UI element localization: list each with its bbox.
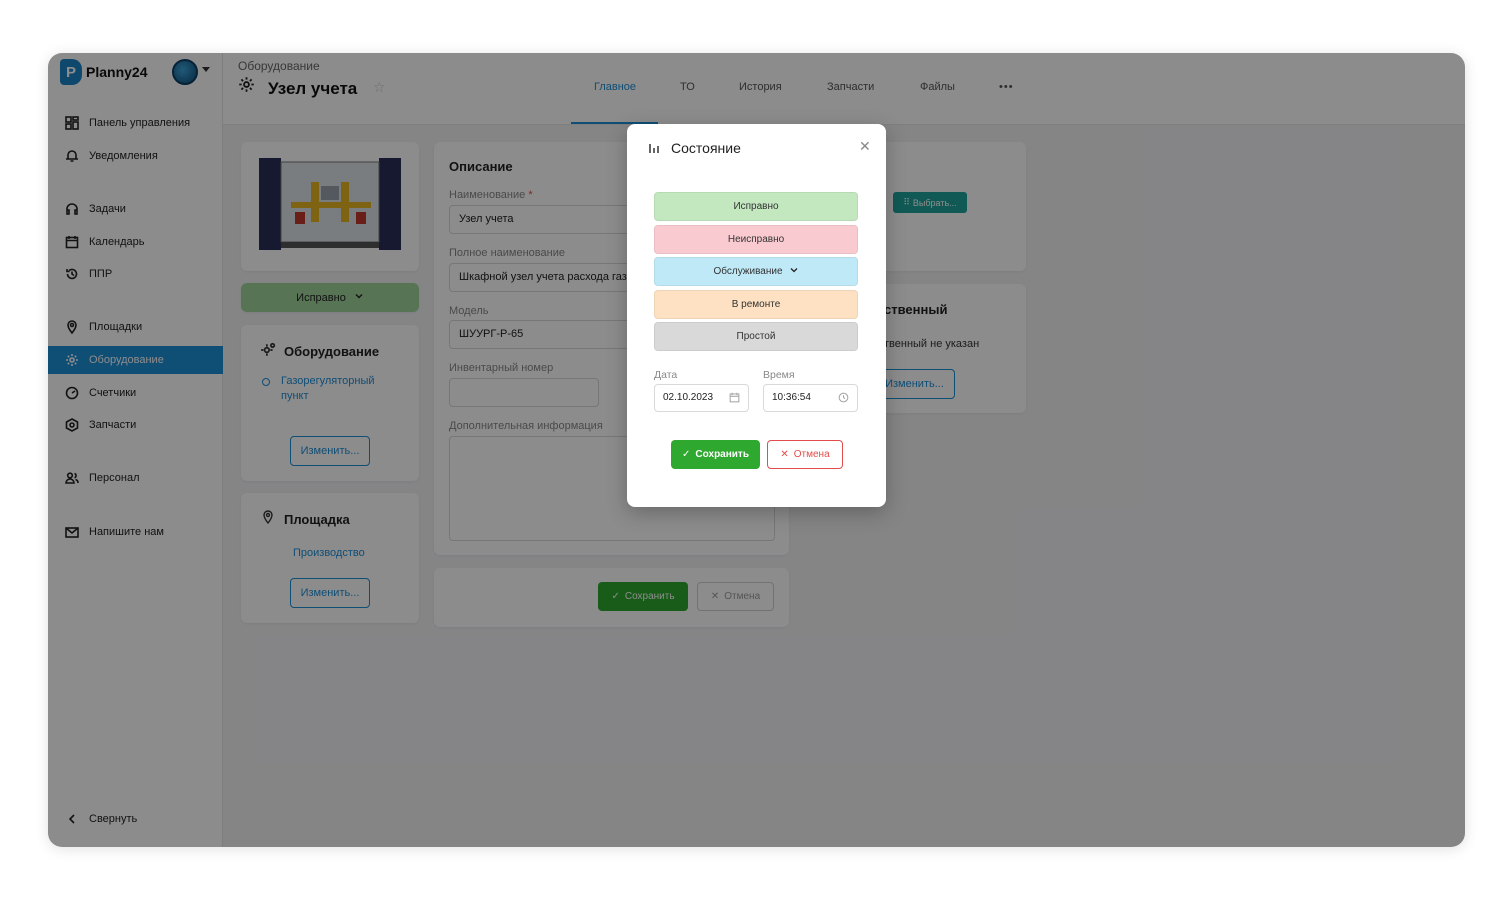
chevron-down-icon: [789, 265, 799, 278]
status-option-faulty[interactable]: Неисправно: [654, 225, 858, 254]
status-option-ok[interactable]: Исправно: [654, 192, 858, 221]
status-option-idle[interactable]: Простой: [654, 322, 858, 351]
status-option-repair[interactable]: В ремонте: [654, 290, 858, 319]
modal-cancel-button[interactable]: ✕ Отмена: [767, 440, 843, 469]
close-icon: ✕: [780, 449, 789, 460]
app-window: P Planny24 Панель управления Уведомления…: [48, 53, 1465, 847]
status-option-maintenance[interactable]: Обслуживание: [654, 257, 858, 286]
time-input[interactable]: 10:36:54: [763, 384, 858, 412]
clock-icon: [838, 392, 849, 406]
status-bars-icon: [648, 141, 660, 159]
modal-title: Состояние: [671, 140, 741, 156]
check-icon: ✓: [682, 449, 691, 460]
date-label: Дата: [654, 369, 678, 381]
modal-save-button[interactable]: ✓ Сохранить: [671, 440, 760, 469]
time-label: Время: [763, 369, 795, 381]
close-icon[interactable]: ✕: [859, 138, 871, 155]
calendar-icon: [729, 392, 740, 406]
status-modal: Состояние ✕ Исправно Неисправно Обслужив…: [627, 124, 886, 507]
date-input[interactable]: 02.10.2023: [654, 384, 749, 412]
